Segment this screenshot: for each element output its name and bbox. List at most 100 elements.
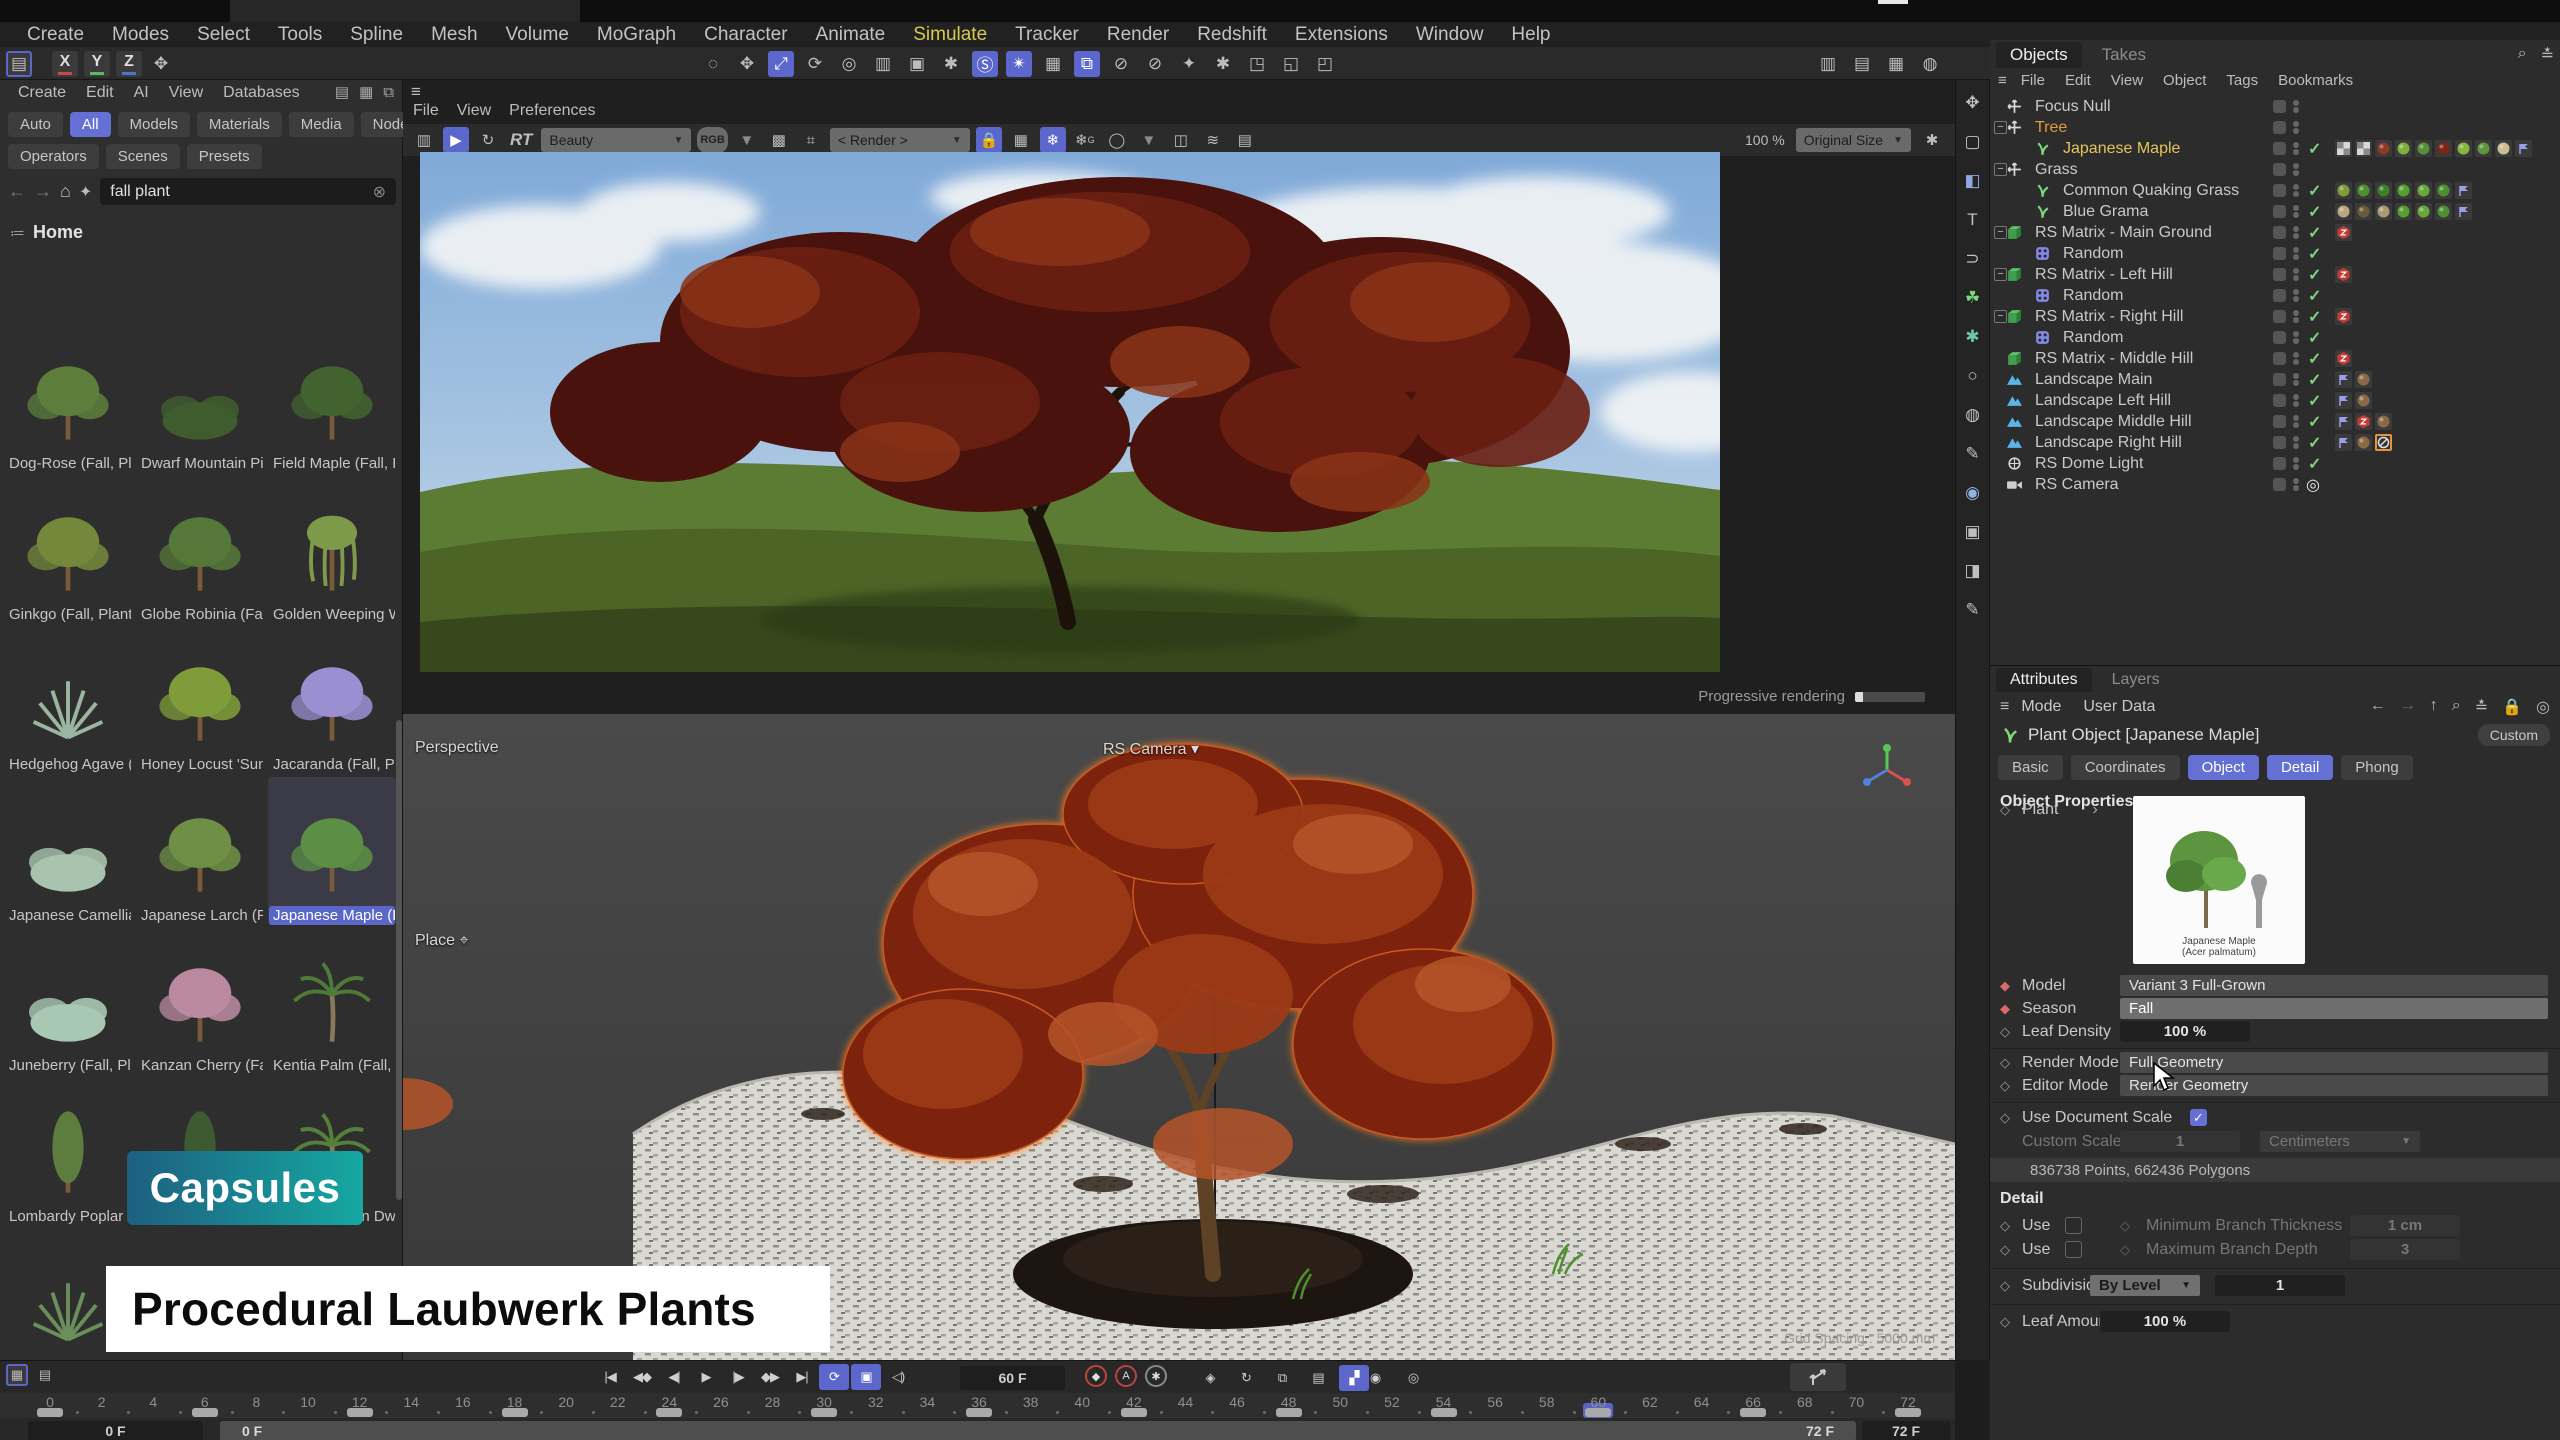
plant-item[interactable]: Kentia Palm (Fall, Plant)	[268, 927, 396, 1075]
subdivision-field[interactable]: 1	[2215, 1275, 2345, 1296]
render-view-icon[interactable]: ▥	[870, 51, 896, 77]
forward-icon[interactable]: →	[34, 181, 52, 202]
zoom-level[interactable]: 100 %	[1742, 127, 1788, 153]
search-input[interactable]: fall plant ⊗	[100, 178, 396, 205]
redshift-tag[interactable]	[2335, 266, 2352, 283]
enabled-check-icon[interactable]: ✓	[2308, 433, 2321, 453]
plant-item[interactable]: Jacaranda (Fall, Plant)	[268, 626, 396, 774]
object-row[interactable]: Japanese Maple✓	[1990, 138, 2560, 159]
menu-help[interactable]: Help	[1498, 24, 1563, 46]
layer-chip[interactable]	[2273, 310, 2286, 323]
enabled-check-icon[interactable]: ✓	[2308, 223, 2321, 243]
dynamics-icon[interactable]: ✴	[1006, 51, 1032, 77]
visibility-dots[interactable]	[2293, 266, 2299, 283]
previous-key-button[interactable]: ◀◆	[627, 1364, 657, 1390]
layer-chip[interactable]	[2273, 394, 2286, 407]
objects-menu-tags[interactable]: Tags	[2226, 72, 2258, 89]
frame-icon[interactable]: ▢	[1960, 129, 1986, 155]
flag-tag[interactable]	[2455, 182, 2472, 199]
season-dropdown[interactable]: Fall	[2120, 998, 2548, 1019]
ab-tab-scenes[interactable]: Scenes	[106, 144, 180, 169]
enabled-check-icon[interactable]: ✓	[2308, 181, 2321, 201]
menu-animate[interactable]: Animate	[803, 24, 899, 46]
layer-chip[interactable]	[2273, 247, 2286, 260]
region-crop-icon[interactable]: ⌗	[798, 127, 824, 153]
object-row[interactable]: RS Matrix - Middle Hill✓	[1990, 348, 2560, 369]
camera-target-icon[interactable]: ◎	[2306, 475, 2320, 495]
max-branch-field[interactable]: 3	[2350, 1239, 2460, 1260]
menu-modes[interactable]: Modes	[99, 24, 182, 46]
object-row[interactable]: Common Quaking Grass✓	[1990, 180, 2560, 201]
move-tool[interactable]: ✥	[734, 51, 760, 77]
tab-layers[interactable]: Layers	[2098, 668, 2174, 692]
visibility-dots[interactable]	[2293, 476, 2299, 493]
world-axis-icon[interactable]: ✥	[148, 51, 174, 77]
layer-chip[interactable]	[2273, 142, 2286, 155]
tab-takes[interactable]: Takes	[2088, 42, 2160, 68]
go-to-end-button[interactable]: ▶|	[787, 1364, 817, 1390]
cube-mode-icon[interactable]: ◧	[1960, 168, 1986, 194]
tab-attributes[interactable]: Attributes	[1996, 668, 2092, 692]
ball-g6-tag[interactable]	[2435, 182, 2452, 199]
object-row[interactable]: Random✓	[1990, 243, 2560, 264]
panel-layout-icon[interactable]: ▦	[359, 83, 373, 101]
ball-g2-tag[interactable]	[2355, 182, 2372, 199]
layout-screen-3[interactable]: ▦	[1883, 51, 1909, 77]
ball-g5-tag[interactable]	[2415, 203, 2432, 220]
attr-tab-phong[interactable]: Phong	[2341, 755, 2412, 780]
custom-scale-field[interactable]: 1	[2120, 1131, 2240, 1152]
enabled-check-icon[interactable]: ✓	[2308, 349, 2321, 369]
object-row[interactable]: Random✓	[1990, 285, 2560, 306]
render-settings-gear-icon[interactable]: ✱	[1919, 127, 1945, 153]
render-view-menu-view[interactable]: View	[457, 102, 491, 119]
attr-target-icon[interactable]: ◎	[2536, 697, 2550, 717]
layer-chip[interactable]	[2273, 163, 2286, 176]
visibility-dots[interactable]	[2293, 245, 2299, 262]
layer-chip[interactable]	[2273, 226, 2286, 239]
objects-menu-edit[interactable]: Edit	[2065, 72, 2091, 89]
layer-chip[interactable]	[2273, 205, 2286, 218]
menu-render[interactable]: Render	[1094, 24, 1182, 46]
leaf-darkred-tag[interactable]	[2435, 140, 2452, 157]
dome-icon[interactable]: ◍	[1960, 402, 1986, 428]
attr-filter-icon[interactable]: ≛	[2475, 697, 2488, 717]
object-row[interactable]: −Grass	[1990, 159, 2560, 180]
go-to-start-button[interactable]: |◀	[595, 1364, 625, 1390]
play-button[interactable]: ▶	[691, 1364, 721, 1390]
cube-front-icon[interactable]: ◱	[1278, 51, 1304, 77]
attr-lock-icon[interactable]: 🔒	[2502, 697, 2522, 717]
place-tool-label[interactable]: Place ⌖	[415, 932, 469, 950]
scale-tool[interactable]: ⤢	[768, 51, 794, 77]
menu-create[interactable]: Create	[14, 24, 97, 46]
menu-spline[interactable]: Spline	[337, 24, 416, 46]
grid-icon[interactable]: ▦	[1008, 127, 1034, 153]
ab-menu-create[interactable]: Create	[10, 84, 74, 102]
settings-icon[interactable]: ✱	[1210, 51, 1236, 77]
render-region-icon[interactable]: ▣	[904, 51, 930, 77]
visibility-dots[interactable]	[2293, 98, 2299, 115]
subdivision-mode-dropdown[interactable]: By Level▼	[2090, 1275, 2200, 1296]
disabled-icon-2[interactable]: ⊘	[1142, 51, 1168, 77]
popout-icon[interactable]: ⧉	[383, 84, 394, 101]
previous-frame-button[interactable]: ◀|	[659, 1364, 689, 1390]
ball-g5-tag[interactable]	[2415, 182, 2432, 199]
ball-green2-tag[interactable]	[2455, 140, 2472, 157]
plant-item[interactable]: Juneberry (Fall, Plant)	[4, 927, 132, 1075]
object-row[interactable]: −RS Matrix - Right Hill✓	[1990, 306, 2560, 327]
ball-t1-tag[interactable]	[2335, 203, 2352, 220]
timeline-mode-icon[interactable]: ▦	[6, 1364, 28, 1386]
ab-tab-operators[interactable]: Operators	[8, 144, 99, 169]
draw-icon[interactable]: ✎	[1960, 597, 1986, 623]
cube-top-icon[interactable]: ◳	[1244, 51, 1270, 77]
object-row[interactable]: Landscape Main✓	[1990, 369, 2560, 390]
pass-dropdown[interactable]: Beauty▼	[541, 128, 691, 152]
min-branch-field[interactable]: 1 cm	[2350, 1215, 2460, 1236]
grid-snap-icon[interactable]: ▦	[1040, 51, 1066, 77]
ball-g6-tag[interactable]	[2435, 203, 2452, 220]
key-position-icon[interactable]: ◈	[1195, 1365, 1225, 1391]
history-back-icon[interactable]: ←	[2370, 697, 2386, 717]
asset-icon[interactable]: ✦	[1176, 51, 1202, 77]
layer-chip[interactable]	[2273, 436, 2286, 449]
flag-tag[interactable]	[2335, 434, 2352, 451]
layout-icon[interactable]: ▤	[6, 51, 32, 77]
